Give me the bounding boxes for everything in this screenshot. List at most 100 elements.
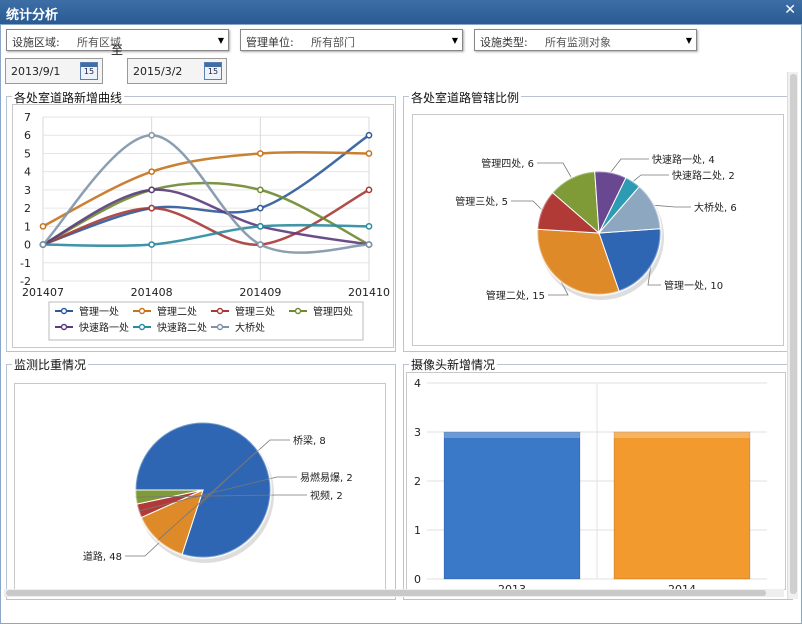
y-tick-label: 3 [24, 184, 31, 197]
legend: 管理一处 管理二处 管理三处 管理四处快速路一处 快速路二处 大桥处 [48, 301, 364, 341]
type-value: 所有监测对象 [545, 36, 611, 49]
legend-label: 管理四处 [313, 305, 353, 318]
legend-label: 管理三处 [235, 305, 275, 318]
line-chart: 201407 201408 201409 20141076543210-1-2管理一处… [20, 111, 390, 341]
close-icon[interactable]: ✕ [784, 2, 796, 18]
leader-line [654, 204, 691, 208]
camera-chart-title: 摄像头新增情况 [409, 356, 498, 373]
legend-marker [60, 307, 68, 315]
pie-chart: 管理一处, 10 管理二处, 15 管理三处, 5 管理四处, 6 快速路一处, 4 快速… [455, 153, 737, 302]
data-point [256, 204, 264, 212]
chevron-down-icon: ▼ [451, 36, 458, 45]
camera-chart-frame: 4321020132014 [406, 372, 786, 596]
y-tick-label: 1 [24, 220, 31, 233]
legend-label: 快速路二处 [157, 321, 207, 334]
slice-label: 管理二处, 15 [486, 289, 545, 302]
chevron-down-icon: ▼ [685, 36, 692, 45]
dept-label: 管理单位: [246, 36, 294, 49]
data-point [365, 186, 373, 194]
y-tick-label: 2 [414, 475, 421, 488]
y-tick-label: -1 [20, 257, 31, 270]
slice-label: 大桥处, 6 [694, 201, 737, 214]
chevron-down-icon: ▼ [217, 36, 224, 45]
data-point [256, 241, 264, 248]
end-date-field[interactable]: 2015/3/2 15 [127, 58, 227, 84]
horizontal-scrollbar[interactable] [4, 589, 784, 597]
slice-label: 桥梁, 8 [293, 434, 326, 447]
y-tick-label: 4 [414, 377, 421, 390]
slice-label: 管理三处, 5 [455, 195, 508, 208]
leader-line [511, 200, 542, 210]
type-label: 设施类型: [480, 36, 528, 49]
calendar-icon[interactable]: 15 [204, 62, 222, 80]
monitor-chart-frame: 道路, 48 桥梁, 8 易燃易爆, 2 视频, 2 [14, 383, 386, 593]
x-tick-label: 201408 [131, 286, 173, 299]
monitor-chart: 道路, 48 桥梁, 8 易燃易爆, 2 视频, 2 [83, 420, 353, 563]
legend-marker [294, 307, 302, 315]
y-tick-label: 1 [414, 524, 421, 537]
data-point [365, 131, 373, 139]
data-point [148, 186, 156, 194]
data-point [365, 241, 373, 248]
y-tick-label: 3 [414, 426, 421, 439]
legend-marker [138, 323, 146, 331]
legend-marker [216, 323, 224, 331]
x-tick-label: 201409 [239, 286, 281, 299]
bar-highlight [444, 432, 580, 438]
data-point [148, 241, 156, 248]
scrollbar-thumb[interactable] [790, 74, 797, 594]
leader-line [537, 162, 572, 178]
legend-label: 管理一处 [79, 305, 119, 318]
y-tick-label: 4 [24, 166, 31, 179]
y-tick-label: 2 [24, 202, 31, 215]
type-select[interactable]: 设施类型: 所有监测对象 ▼ [474, 29, 697, 51]
legend-label: 大桥处 [235, 321, 265, 334]
dept-value: 所有部门 [311, 36, 355, 49]
leader-line [632, 174, 669, 182]
camera-chart: 4321020132014 [414, 377, 767, 596]
dept-select[interactable]: 管理单位: 所有部门 ▼ [240, 29, 463, 51]
y-tick-label: -2 [20, 275, 31, 288]
slice-label: 管理一处, 10 [664, 279, 723, 292]
vertical-scrollbar[interactable] [787, 72, 798, 599]
bar-highlight [614, 432, 750, 438]
data-point [256, 222, 264, 230]
x-tick-label: 201410 [348, 286, 390, 299]
data-point [148, 168, 156, 176]
scrollbar-thumb[interactable] [6, 590, 766, 596]
start-date-field[interactable]: 2013/9/1 15 [5, 58, 103, 84]
window-titlebar: 统计分析 ✕ [0, 0, 802, 24]
slice-label: 管理四处, 6 [481, 157, 534, 170]
data-point [256, 186, 264, 194]
data-point [256, 150, 264, 157]
data-point [365, 150, 373, 157]
pie-chart-frame: 管理一处, 10 管理二处, 15 管理三处, 5 管理四处, 6 快速路一处, 4 快速… [412, 114, 784, 346]
data-point [365, 222, 373, 230]
data-point [148, 204, 156, 212]
pie-chart-title: 各处室道路管辖比例 [409, 89, 522, 106]
end-date-value: 2015/3/2 [133, 65, 183, 78]
leader-line [610, 158, 649, 173]
area-label: 设施区域: [12, 36, 60, 49]
data-point [39, 222, 47, 230]
legend-label: 快速路一处 [79, 321, 129, 334]
data-point [148, 131, 156, 139]
slice-label: 视频, 2 [310, 489, 343, 502]
y-tick-label: 6 [24, 129, 31, 142]
bar [613, 431, 751, 580]
line-chart-frame: 201407 201408 201409 201410 7 6 5 4 3 2 1 0 -1 -2 管理一处… [12, 104, 394, 348]
y-tick-label: 0 [24, 239, 31, 252]
window-title: 统计分析 [6, 8, 59, 23]
legend-label: 管理二处 [157, 305, 197, 318]
data-point [39, 241, 47, 248]
y-tick-label: 0 [414, 573, 421, 586]
slice-label: 易燃易爆, 2 [300, 471, 353, 484]
start-date-value: 2013/9/1 [11, 65, 61, 78]
y-tick-label: 5 [24, 147, 31, 160]
calendar-icon[interactable]: 15 [80, 62, 98, 80]
bar [443, 431, 581, 580]
legend-marker [60, 323, 68, 331]
legend-marker [216, 307, 224, 315]
to-label: 至 [111, 43, 124, 57]
y-tick-label: 7 [24, 111, 31, 124]
